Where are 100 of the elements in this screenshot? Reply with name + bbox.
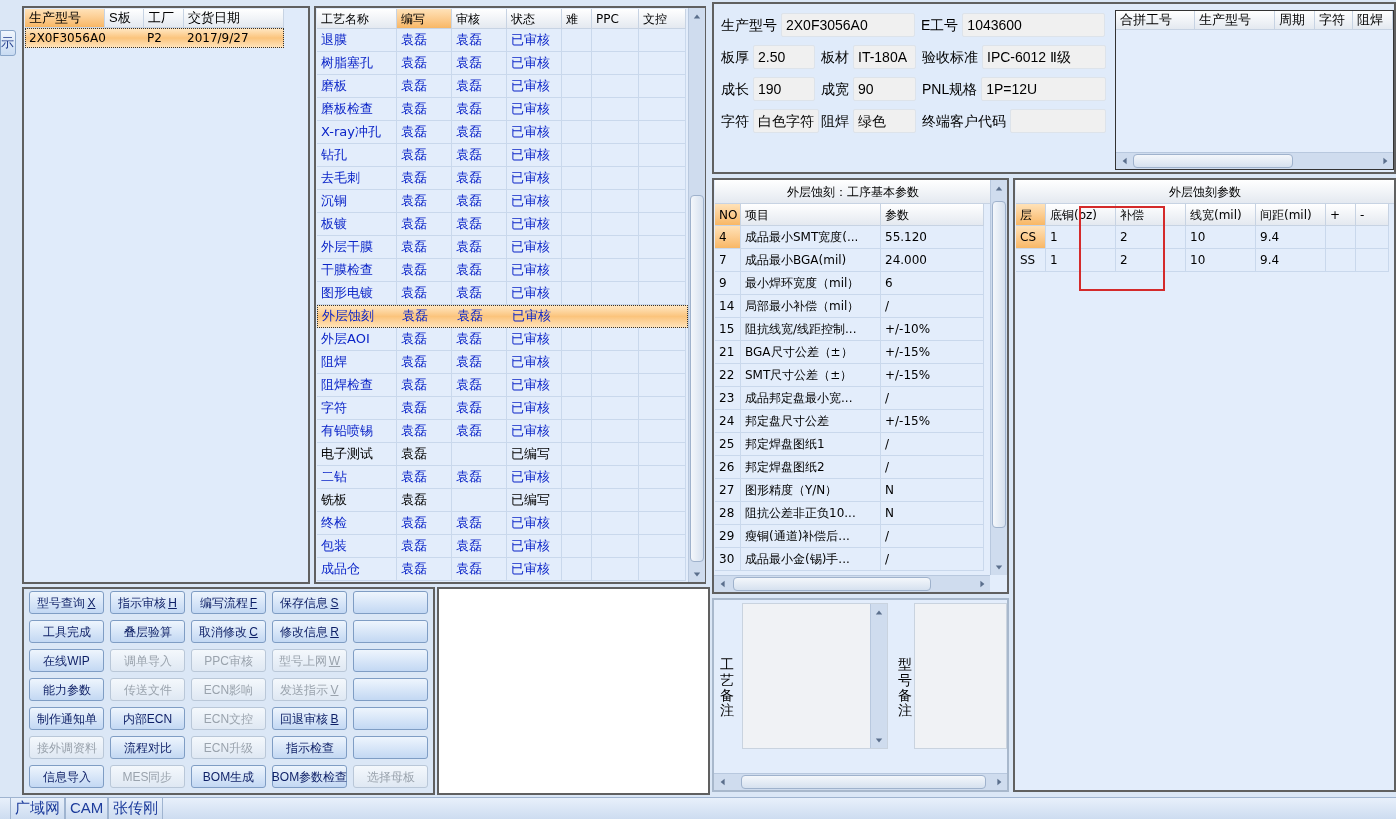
input-field[interactable]: 90 bbox=[853, 77, 916, 101]
column-header[interactable]: 参数 bbox=[881, 204, 984, 226]
table-row[interactable]: 干膜检查 袁磊 袁磊 已审核 bbox=[317, 259, 688, 282]
column-header[interactable]: 难 bbox=[562, 9, 592, 29]
scroll-down-icon[interactable] bbox=[875, 735, 883, 744]
column-header[interactable]: 间距(mil) bbox=[1256, 204, 1326, 226]
column-header[interactable]: 层 bbox=[1016, 204, 1046, 226]
input-field[interactable]: 1P=12U bbox=[981, 77, 1106, 101]
column-header[interactable]: 周期 bbox=[1274, 11, 1315, 30]
button[interactable]: 工具完成 bbox=[29, 620, 104, 643]
scrollbar[interactable] bbox=[1116, 152, 1393, 169]
column-header[interactable]: 审核 bbox=[452, 9, 507, 29]
table-row[interactable]: 2X0F3056A0 P2 2017/9/27 bbox=[25, 28, 284, 48]
input-field[interactable]: 1043600 bbox=[962, 13, 1105, 37]
column-header[interactable]: - bbox=[1356, 204, 1389, 226]
button[interactable] bbox=[353, 649, 428, 672]
scroll-down-icon[interactable] bbox=[995, 562, 1003, 571]
button[interactable]: 型号查询 X bbox=[29, 591, 104, 614]
scroll-up-icon[interactable] bbox=[995, 184, 1003, 193]
scrollbar[interactable] bbox=[714, 773, 1007, 790]
scroll-thumb[interactable] bbox=[1133, 154, 1293, 168]
scroll-up-icon[interactable] bbox=[875, 608, 883, 617]
table-row[interactable]: 字符 袁磊 袁磊 已审核 bbox=[317, 397, 688, 420]
column-header[interactable]: 线宽(mil) bbox=[1186, 204, 1256, 226]
scroll-thumb[interactable] bbox=[690, 195, 704, 562]
table-row[interactable]: 二钻 袁磊 袁磊 已审核 bbox=[317, 466, 688, 489]
button[interactable] bbox=[353, 678, 428, 701]
button[interactable]: BOM参数检查 bbox=[272, 765, 347, 788]
button[interactable]: 指示检查 bbox=[272, 736, 347, 759]
table-row[interactable]: 外层干膜 袁磊 袁磊 已审核 bbox=[317, 236, 688, 259]
table-row[interactable]: 退膜 袁磊 袁磊 已审核 bbox=[317, 29, 688, 52]
input-field[interactable]: 2.50 bbox=[753, 45, 815, 69]
button[interactable]: 能力参数 bbox=[29, 678, 104, 701]
table-row[interactable]: 磨板检查 袁磊 袁磊 已审核 bbox=[317, 98, 688, 121]
input-field[interactable]: 190 bbox=[753, 77, 815, 101]
input-field[interactable]: IPC-6012 Ⅱ级 bbox=[982, 45, 1106, 69]
column-header[interactable]: 工厂 bbox=[144, 9, 184, 28]
text-area[interactable] bbox=[914, 603, 1007, 749]
column-header[interactable]: 生产型号 bbox=[1195, 11, 1275, 30]
column-header[interactable]: 补偿 bbox=[1116, 204, 1186, 226]
button[interactable]: 回退审核 B bbox=[272, 707, 347, 730]
table-row[interactable]: 铣板 袁磊 已编写 bbox=[317, 489, 688, 512]
scroll-left-icon[interactable] bbox=[1120, 157, 1129, 165]
scroll-left-icon[interactable] bbox=[718, 778, 727, 786]
column-header[interactable]: 项目 bbox=[741, 204, 881, 226]
scroll-thumb[interactable] bbox=[733, 577, 931, 591]
button[interactable]: 在线WIP bbox=[29, 649, 104, 672]
table-row[interactable]: 磨板 袁磊 袁磊 已审核 bbox=[317, 75, 688, 98]
column-header[interactable]: 状态 bbox=[507, 9, 562, 29]
button[interactable]: 修改信息 R bbox=[272, 620, 347, 643]
table-row[interactable]: 板镀 袁磊 袁磊 已审核 bbox=[317, 213, 688, 236]
button[interactable]: 指示审核 H bbox=[110, 591, 185, 614]
table-row[interactable]: 外层蚀刻 袁磊 袁磊 已审核 bbox=[317, 305, 688, 328]
table-row[interactable]: 包装 袁磊 袁磊 已审核 bbox=[317, 535, 688, 558]
column-header[interactable]: 字符 bbox=[1314, 11, 1354, 30]
scroll-down-icon[interactable] bbox=[693, 569, 701, 578]
column-header[interactable]: + bbox=[1326, 204, 1356, 226]
button[interactable]: 叠层验算 bbox=[110, 620, 185, 643]
input-field[interactable]: IT-180A bbox=[853, 45, 916, 69]
column-header[interactable]: 生产型号 bbox=[25, 9, 105, 28]
scroll-right-icon[interactable] bbox=[977, 580, 986, 588]
table-row[interactable]: 钻孔 袁磊 袁磊 已审核 bbox=[317, 144, 688, 167]
column-header[interactable]: NO bbox=[715, 204, 741, 226]
table-row[interactable]: 去毛刺 袁磊 袁磊 已审核 bbox=[317, 167, 688, 190]
button[interactable]: 内部ECN bbox=[110, 707, 185, 730]
table-row[interactable]: 阻焊 袁磊 袁磊 已审核 bbox=[317, 351, 688, 374]
column-header[interactable]: 文控 bbox=[639, 9, 686, 29]
column-header[interactable]: PPC bbox=[592, 9, 639, 29]
button[interactable]: 信息导入 bbox=[29, 765, 104, 788]
button[interactable]: 保存信息 S bbox=[272, 591, 347, 614]
table-row[interactable]: 电子测试 袁磊 已编写 bbox=[317, 443, 688, 466]
input-field[interactable]: 白色字符 bbox=[753, 109, 819, 133]
table-row[interactable]: 树脂塞孔 袁磊 袁磊 已审核 bbox=[317, 52, 688, 75]
column-header[interactable]: 合拼工号 bbox=[1116, 11, 1196, 30]
column-header[interactable]: 交货日期 bbox=[184, 9, 284, 28]
button[interactable]: 流程对比 bbox=[110, 736, 185, 759]
scrollbar[interactable] bbox=[688, 8, 705, 582]
scrollbar[interactable] bbox=[870, 604, 887, 748]
scrollbar[interactable] bbox=[714, 575, 990, 592]
input-field[interactable]: 绿色 bbox=[853, 109, 916, 133]
table-row[interactable]: 外层AOI 袁磊 袁磊 已审核 bbox=[317, 328, 688, 351]
scroll-left-icon[interactable] bbox=[718, 580, 727, 588]
button[interactable]: 取消修改 C bbox=[191, 620, 266, 643]
button[interactable]: 制作通知单 bbox=[29, 707, 104, 730]
scroll-up-icon[interactable] bbox=[693, 12, 701, 21]
scroll-thumb[interactable] bbox=[741, 775, 986, 789]
column-header[interactable]: 编写 bbox=[397, 9, 452, 29]
column-header[interactable]: 阻焊 bbox=[1353, 11, 1393, 30]
table-row[interactable]: 阻焊检查 袁磊 袁磊 已审核 bbox=[317, 374, 688, 397]
table-row[interactable]: 沉铜 袁磊 袁磊 已审核 bbox=[317, 190, 688, 213]
button[interactable] bbox=[353, 591, 428, 614]
table-row[interactable]: 终检 袁磊 袁磊 已审核 bbox=[317, 512, 688, 535]
table-row[interactable]: 成品仓 袁磊 袁磊 已审核 bbox=[317, 558, 688, 581]
button[interactable] bbox=[353, 736, 428, 759]
column-header[interactable]: S板 bbox=[105, 9, 144, 28]
table-row[interactable]: X-ray冲孔 袁磊 袁磊 已审核 bbox=[317, 121, 688, 144]
side-button[interactable]: 示 bbox=[0, 30, 16, 56]
column-header[interactable]: 工艺名称 bbox=[317, 9, 397, 29]
input-field[interactable]: 2X0F3056A0 bbox=[781, 13, 915, 37]
button[interactable]: 编写流程 F bbox=[191, 591, 266, 614]
